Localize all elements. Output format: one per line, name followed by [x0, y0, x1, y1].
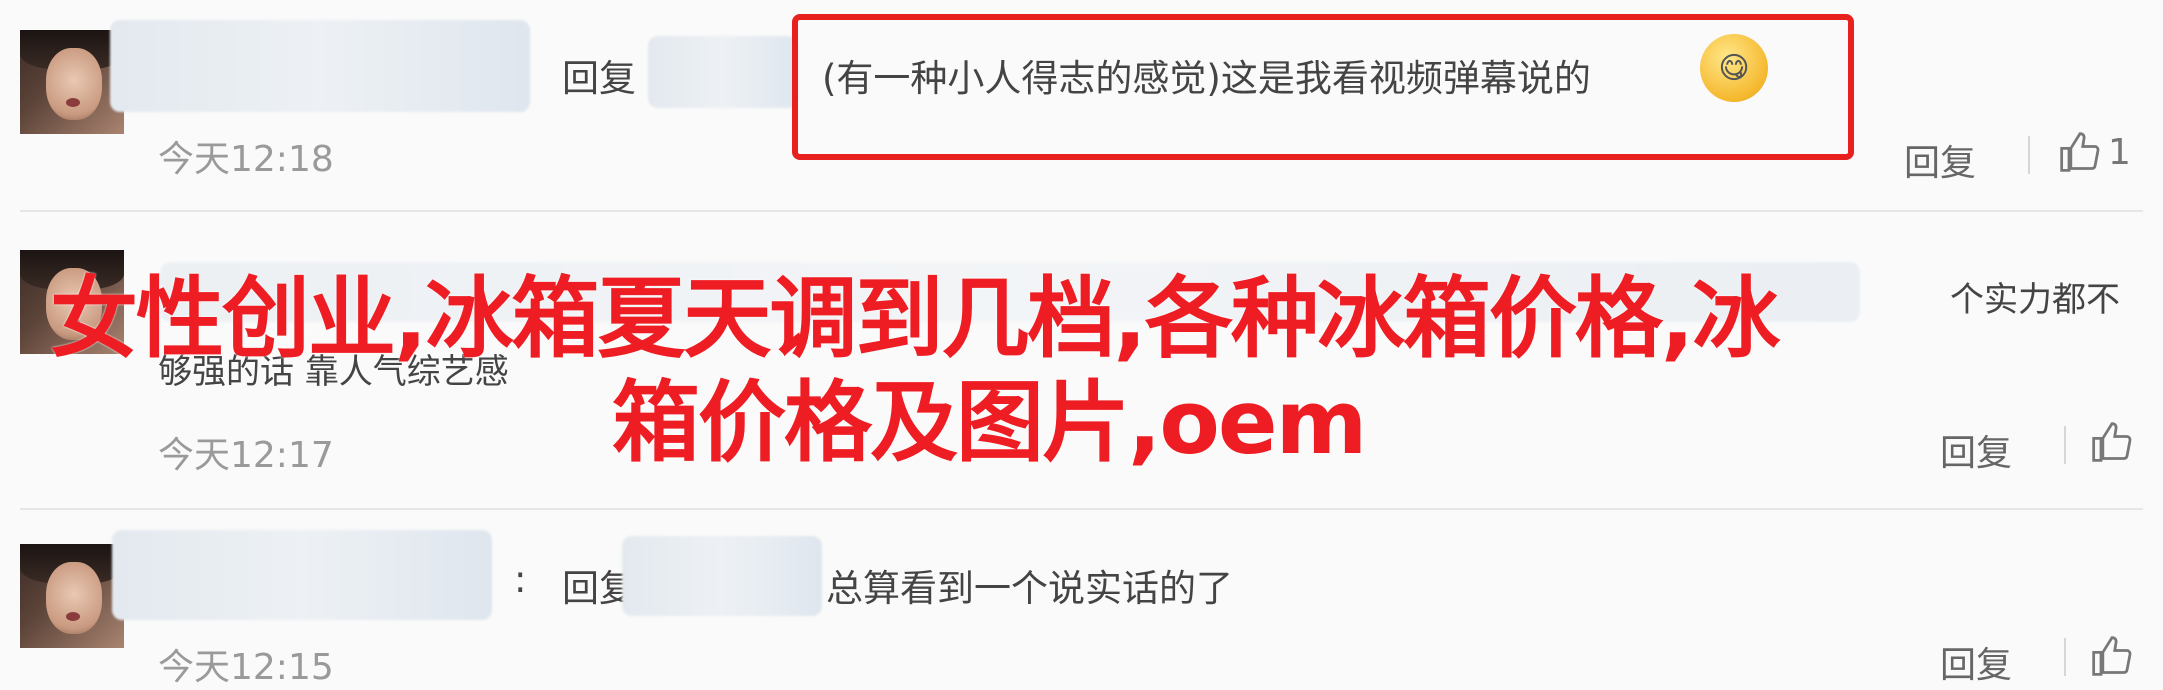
avatar[interactable]: [20, 544, 124, 648]
reply-button[interactable]: 回复: [1940, 424, 2012, 476]
comment-item: : 回复 总算看到一个说实话的了 今天12:15 回复: [0, 510, 2163, 688]
highlight-box: [792, 14, 1854, 160]
colon: :: [514, 558, 527, 601]
thumbs-up-icon: [2060, 132, 2100, 172]
thumbs-up-icon: [2092, 636, 2132, 676]
action-divider: [2064, 638, 2066, 676]
overlay-title-line2: 箱价格及图片,oem: [612, 371, 1367, 474]
like-button[interactable]: 1: [2058, 130, 2131, 174]
timestamp: 今天12:18: [158, 139, 334, 180]
action-divider: [2028, 136, 2030, 174]
action-divider: [2064, 426, 2066, 464]
reply-button[interactable]: 回复: [1904, 134, 1976, 186]
reply-prefix: 回复: [562, 57, 636, 100]
comment-text: 总算看到一个说实话的了: [826, 567, 1233, 610]
blurred-username: [112, 530, 492, 620]
like-count: 1: [2108, 131, 2131, 173]
reply-button[interactable]: 回复: [1940, 636, 2012, 688]
blurred-mention: [622, 536, 822, 616]
thumbs-up-icon: [2092, 422, 2132, 462]
blurred-mention: [648, 36, 798, 108]
avatar[interactable]: [20, 30, 124, 134]
timestamp: 今天12:15: [158, 647, 334, 688]
comment-item: 回复 (有一种小人得志的感觉)这是我看视频弹幕说的 😋 今天12:18 回复 1: [0, 0, 2163, 210]
comment-text-line1: 个实力都不: [1950, 280, 2120, 320]
timestamp: 今天12:17: [158, 435, 334, 476]
like-button[interactable]: [2090, 420, 2134, 464]
like-button[interactable]: [2090, 634, 2134, 678]
blurred-username: [110, 20, 530, 112]
